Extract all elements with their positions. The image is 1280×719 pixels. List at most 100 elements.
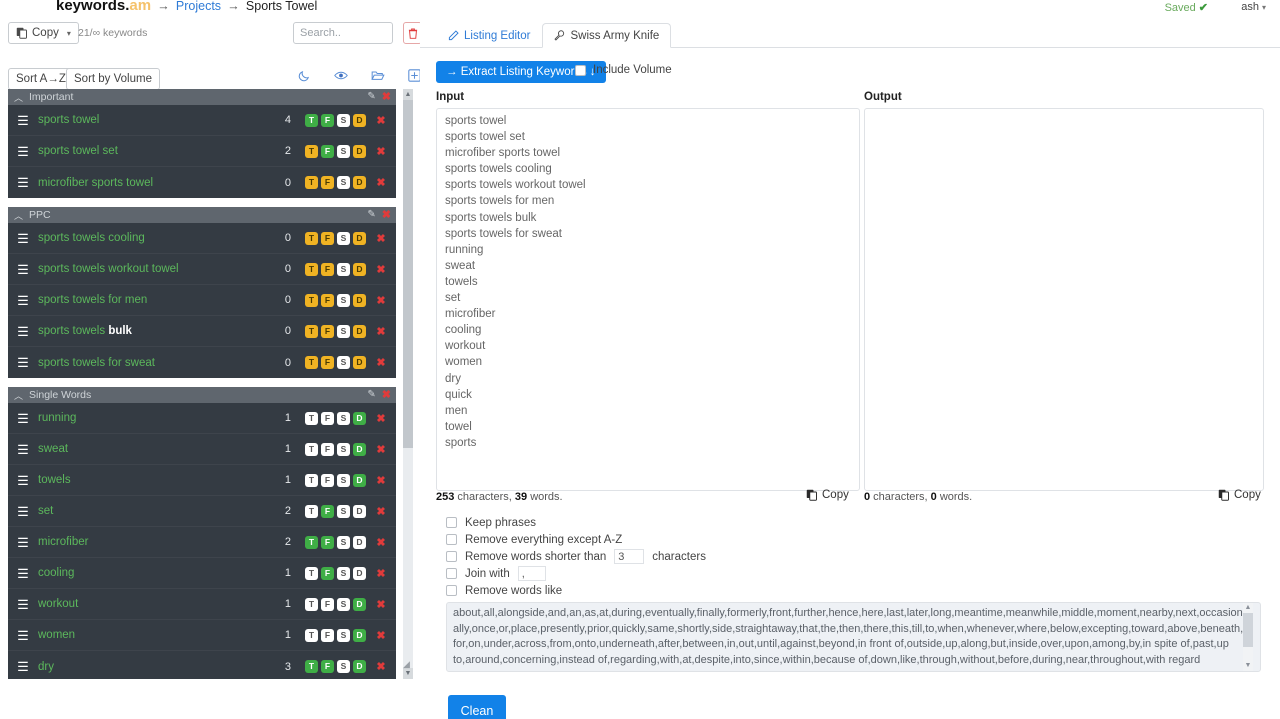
badge-f[interactable]: F xyxy=(321,263,334,276)
close-icon[interactable]: ✖ xyxy=(382,208,391,221)
scrollbar-thumb[interactable] xyxy=(1243,613,1253,647)
badge-d[interactable]: D xyxy=(353,443,366,456)
table-row[interactable]: ☰sports towel set2TFSD✖ xyxy=(8,136,396,167)
edit-icon[interactable]: ✎ xyxy=(367,389,375,400)
badge-f[interactable]: F xyxy=(321,356,334,369)
remove-keyword-icon[interactable]: ✖ xyxy=(366,263,396,276)
moon-icon[interactable] xyxy=(298,69,311,82)
drag-handle-icon[interactable]: ☰ xyxy=(8,505,38,518)
table-row[interactable]: ☰sports towel4TFSD✖ xyxy=(8,105,396,136)
keyword-text[interactable]: sports towels cooling xyxy=(38,232,261,244)
badge-t[interactable]: T xyxy=(305,567,318,580)
group-header[interactable]: ︿PPC✎✖ xyxy=(8,207,396,223)
table-row[interactable]: ☰set2TFSD✖ xyxy=(8,496,396,527)
table-row[interactable]: ☰microfiber sports towel0TFSD✖ xyxy=(8,167,396,198)
badge-f[interactable]: F xyxy=(321,176,334,189)
remove-keyword-icon[interactable]: ✖ xyxy=(366,474,396,487)
keyword-text[interactable]: towels xyxy=(38,474,261,486)
badge-d[interactable]: D xyxy=(353,505,366,518)
badge-f[interactable]: F xyxy=(321,443,334,456)
remove-keyword-icon[interactable]: ✖ xyxy=(366,145,396,158)
drag-handle-icon[interactable]: ☰ xyxy=(8,474,38,487)
remove-keyword-icon[interactable]: ✖ xyxy=(366,536,396,549)
output-textarea[interactable] xyxy=(864,108,1264,491)
badge-d[interactable]: D xyxy=(353,598,366,611)
chevron-up-icon[interactable]: ︿ xyxy=(14,389,23,402)
group-header[interactable]: ︿Single Words✎✖ xyxy=(8,387,396,403)
copy-output-button[interactable]: Copy xyxy=(1218,489,1261,501)
keyword-text[interactable]: sweat xyxy=(38,443,261,455)
badge-s[interactable]: S xyxy=(337,567,350,580)
include-volume-option[interactable]: Include Volume xyxy=(575,64,672,76)
badge-d[interactable]: D xyxy=(353,232,366,245)
badge-d[interactable]: D xyxy=(353,536,366,549)
badge-f[interactable]: F xyxy=(321,598,334,611)
badge-f[interactable]: F xyxy=(321,660,334,673)
scroll-up-arrow-icon[interactable]: ▲ xyxy=(403,89,413,100)
panel-resize-grip[interactable]: ◢ xyxy=(403,659,414,670)
keyword-text[interactable]: microfiber xyxy=(38,536,261,548)
drag-handle-icon[interactable]: ☰ xyxy=(8,176,38,189)
option-checkbox[interactable] xyxy=(446,551,457,562)
badge-t[interactable]: T xyxy=(305,660,318,673)
option-checkbox[interactable] xyxy=(446,517,457,528)
table-row[interactable]: ☰sports towels for sweat0TFSD✖ xyxy=(8,347,396,378)
remove-keyword-icon[interactable]: ✖ xyxy=(366,356,396,369)
keyword-text[interactable]: set xyxy=(38,505,261,517)
badge-s[interactable]: S xyxy=(337,660,350,673)
badge-f[interactable]: F xyxy=(321,294,334,307)
remove-keyword-icon[interactable]: ✖ xyxy=(366,412,396,425)
badge-f[interactable]: F xyxy=(321,567,334,580)
remove-keyword-icon[interactable]: ✖ xyxy=(366,114,396,127)
badge-s[interactable]: S xyxy=(337,263,350,276)
input-textarea[interactable] xyxy=(436,108,860,491)
table-row[interactable]: ☰workout1TFSD✖ xyxy=(8,589,396,620)
badge-s[interactable]: S xyxy=(337,176,350,189)
table-row[interactable]: ☰microfiber2TFSD✖ xyxy=(8,527,396,558)
keyword-list-scrollbar[interactable]: ▲ ▼ xyxy=(403,89,413,679)
drag-handle-icon[interactable]: ☰ xyxy=(8,356,38,369)
eye-icon[interactable] xyxy=(334,69,348,82)
badge-d[interactable]: D xyxy=(353,114,366,127)
remove-keyword-icon[interactable]: ✖ xyxy=(366,176,396,189)
remove-keyword-icon[interactable]: ✖ xyxy=(366,443,396,456)
table-row[interactable]: ☰cooling1TFSD✖ xyxy=(8,558,396,589)
badge-d[interactable]: D xyxy=(353,412,366,425)
badge-t[interactable]: T xyxy=(305,443,318,456)
badge-t[interactable]: T xyxy=(305,505,318,518)
option-checkbox[interactable] xyxy=(446,568,457,579)
badge-s[interactable]: S xyxy=(337,294,350,307)
badge-s[interactable]: S xyxy=(337,232,350,245)
table-row[interactable]: ☰sports towels workout towel0TFSD✖ xyxy=(8,254,396,285)
keyword-text[interactable]: running xyxy=(38,412,261,424)
close-icon[interactable]: ✖ xyxy=(382,90,391,103)
table-row[interactable]: ☰sweat1TFSD✖ xyxy=(8,434,396,465)
drag-handle-icon[interactable]: ☰ xyxy=(8,294,38,307)
badge-t[interactable]: T xyxy=(305,629,318,642)
keyword-text[interactable]: women xyxy=(38,629,261,641)
drag-handle-icon[interactable]: ☰ xyxy=(8,412,38,425)
keyword-text[interactable]: sports towels for men xyxy=(38,294,261,306)
keyword-text[interactable]: sports towels for sweat xyxy=(38,357,261,369)
badge-t[interactable]: T xyxy=(305,325,318,338)
keyword-text[interactable]: sports towel xyxy=(38,114,261,126)
badge-s[interactable]: S xyxy=(337,114,350,127)
remove-keyword-icon[interactable]: ✖ xyxy=(366,325,396,338)
badge-d[interactable]: D xyxy=(353,629,366,642)
table-row[interactable]: ☰running1TFSD✖ xyxy=(8,403,396,434)
tab-swiss-army-knife[interactable]: Swiss Army Knife xyxy=(542,23,671,48)
user-menu[interactable]: ash▾ xyxy=(1241,1,1266,13)
table-row[interactable]: ☰sports towels cooling0TFSD✖ xyxy=(8,223,396,254)
badge-t[interactable]: T xyxy=(305,412,318,425)
table-row[interactable]: ☰sports towels for men0TFSD✖ xyxy=(8,285,396,316)
badge-t[interactable]: T xyxy=(305,263,318,276)
edit-icon[interactable]: ✎ xyxy=(367,91,375,102)
badge-t[interactable]: T xyxy=(305,536,318,549)
remove-keyword-icon[interactable]: ✖ xyxy=(366,598,396,611)
keyword-text[interactable]: dry xyxy=(38,661,261,673)
badge-t[interactable]: T xyxy=(305,176,318,189)
stopwords-textarea[interactable] xyxy=(446,602,1261,672)
sort-az-button[interactable]: Sort A→Z xyxy=(8,68,74,90)
remove-keyword-icon[interactable]: ✖ xyxy=(366,232,396,245)
drag-handle-icon[interactable]: ☰ xyxy=(8,598,38,611)
